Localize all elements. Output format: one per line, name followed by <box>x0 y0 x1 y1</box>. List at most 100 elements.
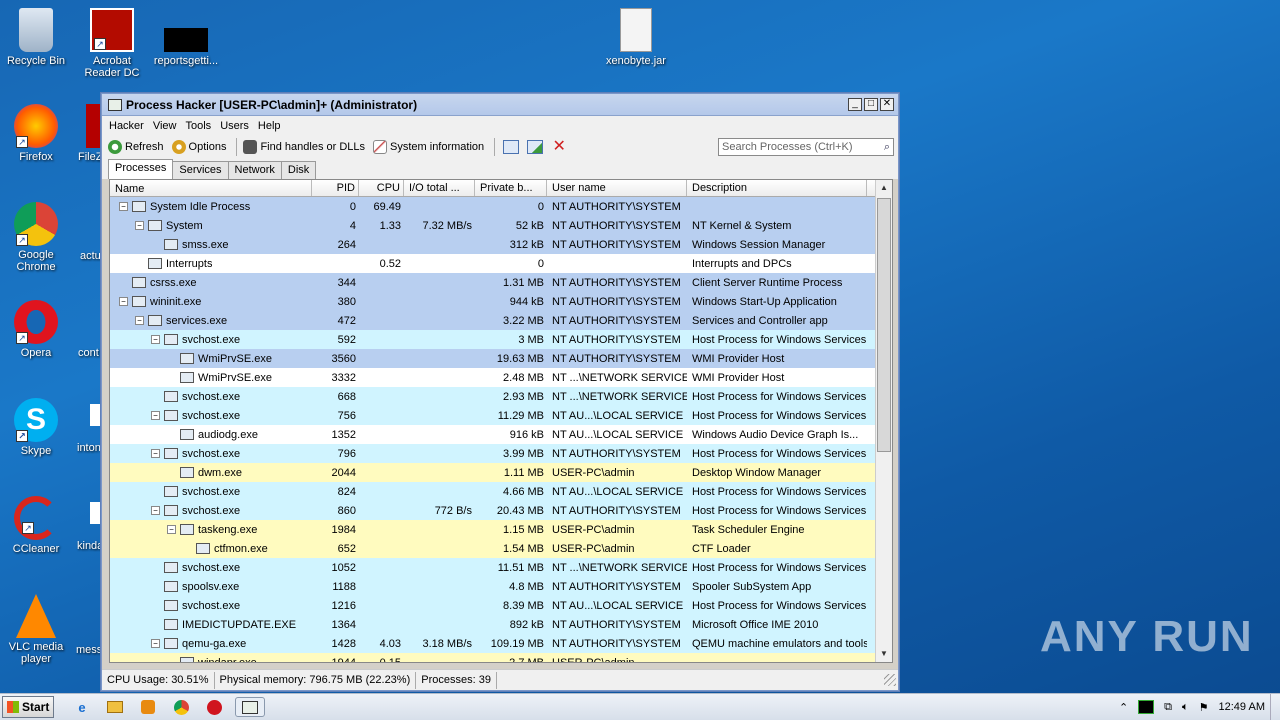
start-button[interactable]: Start <box>2 696 54 718</box>
title-bar[interactable]: Process Hacker [USER-PC\admin]+ (Adminis… <box>102 94 898 116</box>
desktop-icon-inton[interactable]: inton <box>72 398 102 454</box>
tree-expander-icon[interactable]: − <box>151 335 160 344</box>
process-row[interactable]: svchost.exe 1052 11.51 MB NT ...\NETWORK SE… <box>110 558 892 577</box>
menu-tools[interactable]: Tools <box>183 120 218 132</box>
desktop-icon-filezilla[interactable]: FileZ <box>72 104 102 163</box>
process-row[interactable]: − System Idle Process 0 69.49 0 NT AUTHORITY\… <box>110 197 892 216</box>
process-row[interactable]: csrss.exe 344 1.31 MB NT AUTHORITY\SYSTEM Cl… <box>110 273 892 292</box>
tray-expand-icon[interactable]: ⌃ <box>1119 701 1128 714</box>
scroll-down-arrow[interactable]: ▼ <box>876 646 892 662</box>
taskbar-chrome-icon[interactable] <box>169 697 193 717</box>
desktop-icon-actu[interactable]: actu <box>72 202 102 262</box>
process-row[interactable]: audiodg.exe 1352 916 kB NT AU...\LOCAL SERV… <box>110 425 892 444</box>
menu-hacker[interactable]: Hacker <box>106 120 150 132</box>
desktop-icon-firefox[interactable]: ↗ Firefox <box>0 104 72 163</box>
minimize-button[interactable]: _ <box>848 98 862 111</box>
process-row[interactable]: smss.exe 264 312 kB NT AUTHORITY\SYSTEM Wind… <box>110 235 892 254</box>
desktop-icon-reportsgetting[interactable]: reportsgetti... <box>150 8 222 67</box>
process-row[interactable]: − svchost.exe 796 3.99 MB NT AUTHORITY\SYSTE… <box>110 444 892 463</box>
tree-expander-icon[interactable]: − <box>135 316 144 325</box>
process-row[interactable]: windapr.exe 1944 0.15 2.7 MB USER-PC\admin <box>110 653 892 662</box>
tree-expander-icon[interactable]: − <box>151 639 160 648</box>
tree-expander-icon[interactable]: − <box>151 506 160 515</box>
column-user-name[interactable]: User name <box>547 180 687 196</box>
process-row[interactable]: IMEDICTUPDATE.EXE 1364 892 kB NT AUTHORITY\… <box>110 615 892 634</box>
desktop-icon-recycle-bin[interactable]: Recycle Bin <box>0 8 72 67</box>
process-list[interactable]: Name PID CPU I/O total ... Private b... … <box>109 179 893 663</box>
process-row[interactable]: − services.exe 472 3.22 MB NT AUTHORITY\SYST… <box>110 311 892 330</box>
show-desktop-button[interactable] <box>1270 693 1280 720</box>
process-row[interactable]: − svchost.exe 592 3 MB NT AUTHORITY\SYSTEM Ho… <box>110 330 892 349</box>
process-row[interactable]: − qemu-ga.exe 1428 4.03 3.18 MB/s 109.19 MB NT… <box>110 634 892 653</box>
process-row[interactable]: ctfmon.exe 652 1.54 MB USER-PC\admin CTF Loa… <box>110 539 892 558</box>
process-row[interactable]: − System 4 1.33 7.32 MB/s 52 kB NT AUTHORITY\S… <box>110 216 892 235</box>
desktop-icon-acrobat[interactable]: ↗ Acrobat Reader DC <box>76 8 148 79</box>
process-row[interactable]: Interrupts 0.52 0 Interrupts and DPCs <box>110 254 892 273</box>
tree-expander-icon[interactable]: − <box>167 525 176 534</box>
desktop-icon-ccleaner[interactable]: ↗ CCleaner <box>0 496 72 555</box>
scroll-up-arrow[interactable]: ▲ <box>876 180 892 196</box>
desktop-icon-kinda[interactable]: kinda <box>72 496 102 552</box>
process-row[interactable]: WmiPrvSE.exe 3560 19.63 MB NT AUTHORITY\SYS… <box>110 349 892 368</box>
menu-users[interactable]: Users <box>217 120 255 132</box>
desktop-icon-mess[interactable]: mess <box>72 594 102 656</box>
refresh-button[interactable]: Refresh <box>106 137 170 157</box>
taskbar-ie-icon[interactable]: e <box>70 697 94 717</box>
tab-processes[interactable]: Processes <box>108 159 174 179</box>
tree-expander-icon[interactable]: − <box>151 449 160 458</box>
process-row[interactable]: − svchost.exe 860 772 B/s 20.43 MB NT AUTHORI… <box>110 501 892 520</box>
window-icon[interactable] <box>503 140 520 154</box>
window-arrow-icon[interactable] <box>527 140 544 154</box>
process-row[interactable]: − wininit.exe 380 944 kB NT AUTHORITY\SYSTEM… <box>110 292 892 311</box>
options-button[interactable]: Options <box>170 137 233 157</box>
maximize-button[interactable]: □ <box>864 98 878 111</box>
scrollbar-thumb[interactable] <box>877 198 891 452</box>
tree-expander-icon[interactable]: − <box>135 221 144 230</box>
taskbar-process-hacker-icon[interactable] <box>235 697 265 717</box>
column-pid[interactable]: PID <box>312 180 359 196</box>
system-information-button[interactable]: System information <box>371 137 490 157</box>
tray-volume-icon[interactable]: 🔈︎ <box>1182 701 1189 714</box>
tab-services[interactable]: Services <box>172 161 229 179</box>
desktop-icon-xenobyte[interactable]: xenobyte.jar <box>600 8 672 67</box>
menu-help[interactable]: Help <box>255 120 287 132</box>
desktop-icon-cont[interactable]: cont <box>72 300 102 359</box>
taskbar-opera-icon[interactable] <box>202 697 226 717</box>
vertical-scrollbar[interactable]: ▲ ▼ <box>875 180 892 662</box>
taskbar-clock[interactable]: 12:49 AM <box>1219 701 1265 713</box>
tab-disk[interactable]: Disk <box>280 161 317 179</box>
process-user: NT AU...\LOCAL SERVICE <box>552 599 684 612</box>
desktop-icon-opera[interactable]: ↗ Opera <box>0 300 72 359</box>
process-row[interactable]: svchost.exe 668 2.93 MB NT ...\NETWORK SERV… <box>110 387 892 406</box>
tree-expander-icon[interactable]: − <box>151 411 160 420</box>
process-row[interactable]: dwm.exe 2044 1.11 MB USER-PC\admin Desktop W… <box>110 463 892 482</box>
tree-expander-icon[interactable]: − <box>119 297 128 306</box>
close-button[interactable]: ✕ <box>880 98 894 111</box>
column-cpu[interactable]: CPU <box>359 180 404 196</box>
terminate-icon[interactable]: ✕ <box>551 139 567 155</box>
taskbar-explorer-icon[interactable] <box>103 697 127 717</box>
tab-network[interactable]: Network <box>227 161 282 179</box>
process-row[interactable]: − svchost.exe 756 11.29 MB NT AU...\LOCAL SE… <box>110 406 892 425</box>
find-handles-button[interactable]: Find handles or DLLs <box>241 137 371 157</box>
desktop-icon-skype[interactable]: S ↗ Skype <box>0 398 72 457</box>
tray-network-icon[interactable]: ⧉ <box>1164 701 1172 714</box>
menu-view[interactable]: View <box>150 120 183 132</box>
column-name[interactable]: Name <box>110 180 312 196</box>
tray-flag-icon[interactable]: ⚑ <box>1199 701 1209 714</box>
desktop-icon-chrome[interactable]: ↗ Google Chrome <box>0 202 72 273</box>
desktop-icon-vlc[interactable]: VLC media player <box>0 594 72 665</box>
column-private-bytes[interactable]: Private b... <box>475 180 547 196</box>
resize-grip[interactable] <box>884 674 896 686</box>
process-row[interactable]: svchost.exe 1216 8.39 MB NT AU...\LOCAL SER… <box>110 596 892 615</box>
tree-expander-icon[interactable]: − <box>119 202 128 211</box>
process-row[interactable]: spoolsv.exe 1188 4.8 MB NT AUTHORITY\SYSTEM… <box>110 577 892 596</box>
process-row[interactable]: svchost.exe 824 4.66 MB NT AU...\LOCAL SERV… <box>110 482 892 501</box>
column-description[interactable]: Description <box>687 180 867 196</box>
process-row[interactable]: − taskeng.exe 1984 1.15 MB USER-PC\admin Task… <box>110 520 892 539</box>
process-row[interactable]: WmiPrvSE.exe 3332 2.48 MB NT ...\NETWORK SE… <box>110 368 892 387</box>
tray-process-hacker-icon[interactable] <box>1138 700 1155 714</box>
taskbar-media-player-icon[interactable] <box>136 697 160 717</box>
column-io-total[interactable]: I/O total ... <box>404 180 475 196</box>
search-processes-input[interactable]: Search Processes (Ctrl+K) ⌕ <box>718 138 894 156</box>
